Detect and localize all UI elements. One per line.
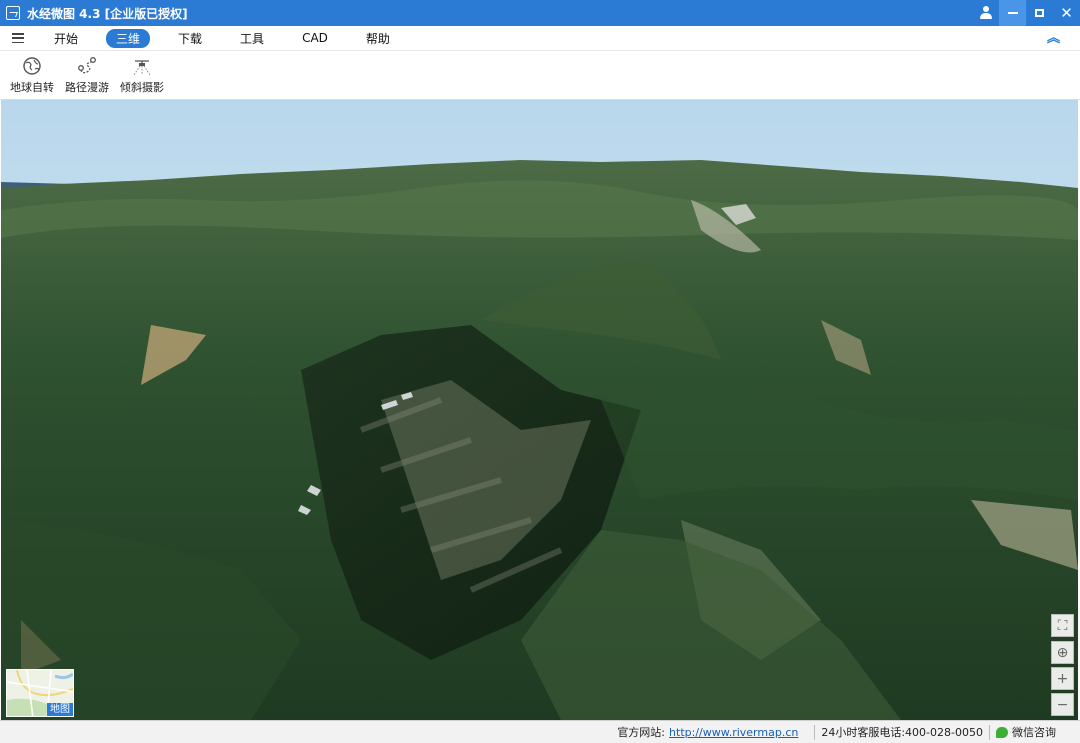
fullscreen-icon: ⛶ bbox=[1057, 617, 1068, 634]
globe-rotate-icon bbox=[21, 55, 43, 77]
user-icon bbox=[979, 6, 993, 20]
ribbon-toolbar: 地球自转 路径漫游 倾斜摄影 bbox=[0, 51, 1080, 100]
zoom-in-icon: + bbox=[1056, 670, 1069, 687]
menu-item-help[interactable]: 帮助 bbox=[356, 29, 400, 48]
zoom-out-button[interactable]: − bbox=[1051, 693, 1074, 716]
locate-icon: ⊕ bbox=[1056, 644, 1069, 661]
oblique-photo-icon bbox=[131, 55, 153, 77]
wechat-consult-link[interactable]: 微信咨询 bbox=[1012, 724, 1056, 740]
minimap-switch[interactable]: 地图 bbox=[6, 669, 74, 717]
minimize-button[interactable] bbox=[999, 0, 1026, 26]
title-bar: 水经微图 4.3 [企业版已授权] ✕ bbox=[0, 0, 1080, 26]
status-separator bbox=[814, 724, 816, 740]
terrain-scene bbox=[1, 100, 1078, 720]
path-roam-button[interactable]: 路径漫游 bbox=[65, 51, 109, 95]
fullscreen-button[interactable]: ⛶ bbox=[1051, 614, 1074, 637]
minimize-icon bbox=[1007, 12, 1018, 14]
path-roam-icon bbox=[76, 55, 98, 77]
menu-item-download[interactable]: 下载 bbox=[168, 29, 212, 48]
app-logo-icon bbox=[6, 6, 20, 20]
website-label: 官方网站: bbox=[617, 726, 666, 739]
menu-item-tools[interactable]: 工具 bbox=[230, 29, 274, 48]
user-button[interactable] bbox=[972, 0, 999, 26]
menu-bar: 开始 三维 下载 工具 CAD 帮助 ︽ bbox=[0, 26, 1080, 51]
oblique-photo-button[interactable]: 倾斜摄影 bbox=[120, 51, 164, 95]
window-controls: ✕ bbox=[972, 0, 1080, 26]
status-bar: 官方网站: http://www.rivermap.cn 24小时客服电话:40… bbox=[0, 720, 1080, 743]
menu-item-3d[interactable]: 三维 bbox=[106, 28, 151, 48]
close-icon: ✕ bbox=[1060, 3, 1073, 22]
zoom-in-button[interactable]: + bbox=[1051, 667, 1074, 690]
3d-map-viewport[interactable]: ⛶ ⊕ + − 地图 bbox=[1, 100, 1078, 720]
locate-button[interactable]: ⊕ bbox=[1051, 641, 1074, 664]
hotline-text: 24小时客服电话:400-028-0050 bbox=[821, 726, 983, 739]
menu-item-cad[interactable]: CAD bbox=[292, 30, 338, 46]
window-title: 水经微图 4.3 [企业版已授权] bbox=[27, 6, 188, 21]
minimap-label: 地图 bbox=[47, 703, 73, 716]
zoom-out-icon: − bbox=[1056, 696, 1069, 713]
wechat-icon bbox=[996, 726, 1008, 738]
tool-label: 地球自转 bbox=[10, 81, 54, 94]
hamburger-menu-icon[interactable] bbox=[12, 33, 24, 43]
close-button[interactable]: ✕ bbox=[1053, 0, 1080, 26]
status-separator bbox=[989, 724, 990, 740]
collapse-ribbon-icon[interactable]: ︽ bbox=[1047, 32, 1060, 45]
menu-item-start[interactable]: 开始 bbox=[44, 29, 88, 48]
tool-label: 路径漫游 bbox=[65, 81, 109, 94]
website-link[interactable]: http://www.rivermap.cn bbox=[669, 726, 798, 739]
tool-label: 倾斜摄影 bbox=[120, 81, 164, 94]
maximize-icon bbox=[1035, 9, 1044, 17]
maximize-button[interactable] bbox=[1026, 0, 1053, 26]
globe-rotate-button[interactable]: 地球自转 bbox=[10, 51, 54, 95]
